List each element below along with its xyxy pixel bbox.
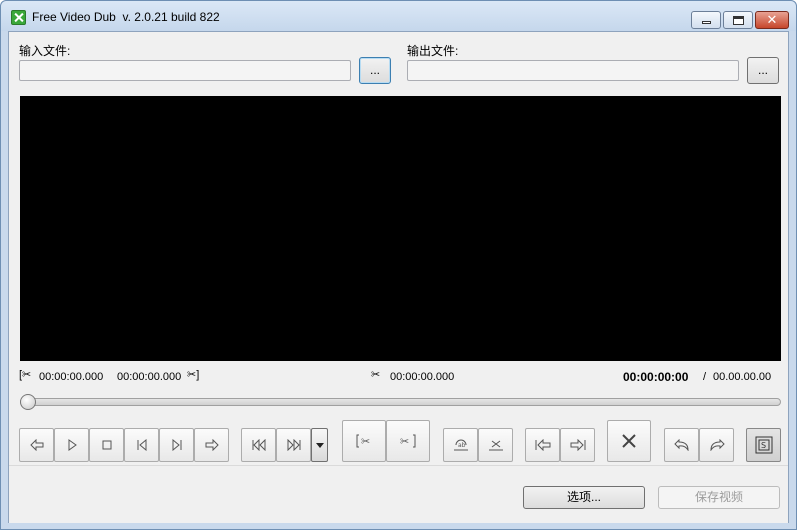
title-bar[interactable]: Free Video Dub v. 2.0.21 build 822 ✕ xyxy=(1,1,796,31)
set-cut-start-button[interactable]: ✂ xyxy=(342,420,386,462)
step-back-icon xyxy=(29,439,43,451)
total-time: 00.00.00.00 xyxy=(713,371,772,383)
select-segment-icon: ab xyxy=(453,439,468,451)
selection-start-time: 00:00:00.000 xyxy=(39,371,104,383)
step-back-button[interactable] xyxy=(19,428,54,462)
output-browse-button[interactable]: ... xyxy=(747,57,779,84)
delete-icon xyxy=(622,434,636,448)
save-video-button[interactable]: 保存视频 xyxy=(658,486,780,509)
current-time: 00:00:00:00 xyxy=(623,370,689,384)
prev-keyframe-icon xyxy=(252,439,265,451)
next-keyframe-icon xyxy=(287,439,300,451)
play-button[interactable] xyxy=(54,428,89,462)
delete-segment-button[interactable] xyxy=(607,420,651,462)
screenshot-button[interactable]: S xyxy=(746,428,781,462)
go-start-icon xyxy=(535,439,550,451)
window-title: Free Video Dub v. 2.0.21 build 822 xyxy=(32,10,220,24)
next-frame-icon xyxy=(172,439,181,451)
go-start-button[interactable] xyxy=(525,428,560,462)
cut-start-icon: ✂ xyxy=(356,434,370,448)
stop-icon xyxy=(102,440,111,450)
svg-text:✂: ✂ xyxy=(361,435,370,448)
output-file-field[interactable] xyxy=(407,60,739,81)
next-frame-button[interactable] xyxy=(159,428,194,462)
go-end-button[interactable] xyxy=(560,428,595,462)
keyframe-dropdown-button[interactable] xyxy=(311,428,328,462)
footer-bar: 选项... 保存视频 xyxy=(9,465,788,523)
cut-end-marker-icon: ✂] xyxy=(187,369,200,381)
clear-selection-icon xyxy=(488,440,503,451)
video-preview[interactable] xyxy=(20,96,781,361)
maximize-button[interactable] xyxy=(723,11,753,29)
play-icon xyxy=(68,439,77,451)
input-browse-button[interactable]: ... xyxy=(359,57,391,84)
undo-button[interactable] xyxy=(664,428,699,462)
clear-selection-button[interactable] xyxy=(478,428,513,462)
cut-end-icon: ✂ xyxy=(400,434,416,448)
svg-text:✂: ✂ xyxy=(400,435,409,448)
next-keyframe-button[interactable] xyxy=(276,428,311,462)
set-cut-end-button[interactable]: ✂ xyxy=(386,420,430,462)
options-button[interactable]: 选项... xyxy=(523,486,645,509)
prev-frame-icon xyxy=(137,439,146,451)
dropdown-arrow-icon xyxy=(316,443,324,448)
undo-icon xyxy=(673,439,689,451)
input-file-field[interactable] xyxy=(19,60,351,81)
redo-icon xyxy=(709,439,725,451)
step-forward-button[interactable] xyxy=(194,428,229,462)
close-icon: ✕ xyxy=(766,12,778,27)
maximize-icon xyxy=(733,16,744,25)
input-file-label: 输入文件: xyxy=(19,44,71,58)
prev-keyframe-button[interactable] xyxy=(241,428,276,462)
seek-slider-thumb[interactable] xyxy=(20,394,36,410)
main-panel: 输入文件: ... 输出文件: ... [✂ 00:00:00.000 00:0… xyxy=(8,31,789,523)
seek-slider[interactable] xyxy=(20,398,781,406)
minimize-icon xyxy=(702,21,711,24)
screenshot-icon: S xyxy=(755,436,772,454)
minimize-button[interactable] xyxy=(691,11,721,29)
go-end-icon xyxy=(570,439,585,451)
cut-start-marker-icon: [✂ xyxy=(19,369,32,381)
select-segment-button[interactable]: ab xyxy=(443,428,478,462)
svg-text:ab: ab xyxy=(458,442,466,449)
svg-text:S: S xyxy=(761,441,766,450)
redo-button[interactable] xyxy=(699,428,734,462)
close-button[interactable]: ✕ xyxy=(755,11,789,29)
selection-end-time: 00:00:00.000 xyxy=(117,371,182,383)
prev-frame-button[interactable] xyxy=(124,428,159,462)
step-forward-icon xyxy=(205,439,219,451)
cursor-marker-icon: ✂ xyxy=(371,369,381,381)
output-file-label: 输出文件: xyxy=(407,44,459,58)
app-logo-icon xyxy=(11,10,26,25)
stop-button[interactable] xyxy=(89,428,124,462)
app-window: Free Video Dub v. 2.0.21 build 822 ✕ 输入文… xyxy=(0,0,797,530)
time-separator: / xyxy=(703,371,707,383)
cursor-time: 00:00:00.000 xyxy=(390,371,455,383)
